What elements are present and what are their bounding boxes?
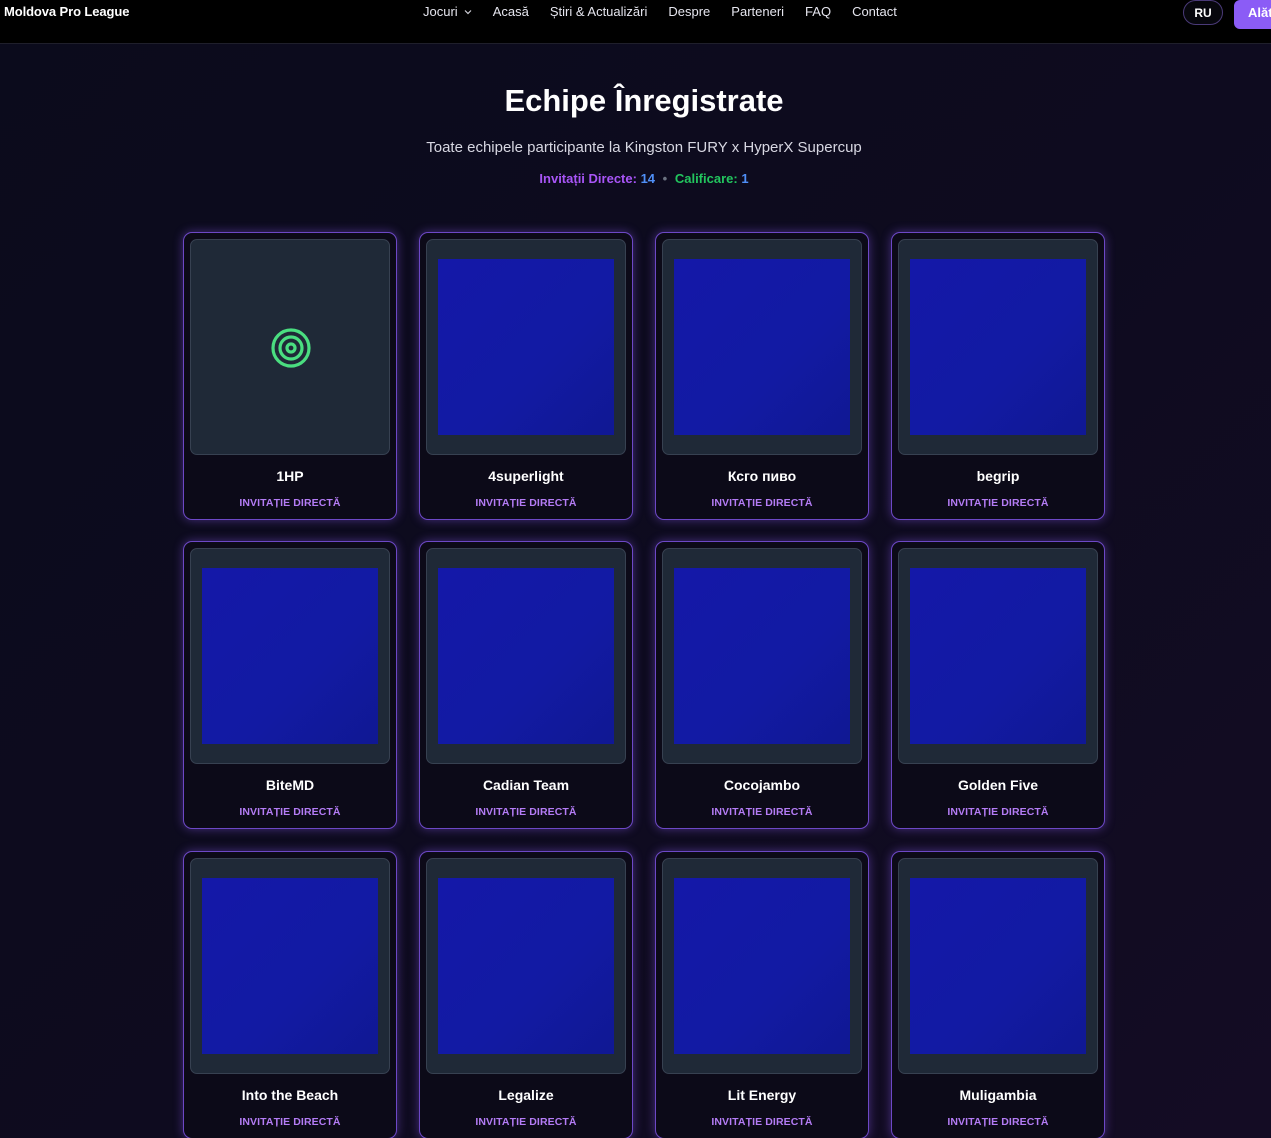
team-name: Cadian Team	[482, 777, 570, 793]
team-logo-image	[202, 568, 378, 744]
team-card[interactable]: Cadian Team INVITAȚIE DIRECTĂ	[419, 541, 633, 829]
brand-logo-text[interactable]: Moldova Pro League	[4, 4, 129, 19]
nav-link-despre[interactable]: Despre	[668, 4, 710, 19]
team-invite-badge: INVITAȚIE DIRECTĂ	[947, 806, 1049, 818]
team-logo-frame	[662, 239, 862, 455]
team-card[interactable]: 4superlight INVITAȚIE DIRECTĂ	[419, 232, 633, 520]
team-invite-badge: INVITAȚIE DIRECTĂ	[711, 806, 813, 818]
team-logo-image	[674, 878, 850, 1054]
team-name: Ксго пиво	[727, 468, 797, 484]
team-logo-frame	[190, 239, 390, 455]
team-logo-frame	[190, 858, 390, 1074]
stats-separator: •	[662, 171, 668, 186]
team-name: begrip	[976, 468, 1020, 484]
team-logo-frame	[898, 239, 1098, 455]
team-logo-frame	[898, 858, 1098, 1074]
team-invite-badge: INVITAȚIE DIRECTĂ	[239, 1116, 341, 1128]
target-icon	[271, 328, 311, 368]
team-name: Legalize	[498, 1087, 554, 1103]
team-logo-frame	[426, 858, 626, 1074]
team-logo-frame	[190, 548, 390, 764]
team-logo-frame	[426, 548, 626, 764]
team-logo-image	[438, 259, 614, 435]
team-invite-badge: INVITAȚIE DIRECTĂ	[711, 497, 813, 509]
team-name: 1HP	[276, 468, 304, 484]
team-invite-badge: INVITAȚIE DIRECTĂ	[239, 497, 341, 509]
nav-link-acasa[interactable]: Acasă	[493, 4, 529, 19]
team-name: Golden Five	[957, 777, 1039, 793]
team-card[interactable]: Cocojambo INVITAȚIE DIRECTĂ	[655, 541, 869, 829]
team-name: Into the Beach	[241, 1087, 339, 1103]
join-button[interactable]: Alătură-te	[1234, 0, 1271, 29]
team-invite-badge: INVITAȚIE DIRECTĂ	[475, 806, 577, 818]
team-logo-frame	[898, 548, 1098, 764]
team-invite-badge: INVITAȚIE DIRECTĂ	[239, 806, 341, 818]
team-invite-badge: INVITAȚIE DIRECTĂ	[947, 1116, 1049, 1128]
qualification-count: 1	[741, 171, 749, 186]
team-card[interactable]: BiteMD INVITAȚIE DIRECTĂ	[183, 541, 397, 829]
team-logo-image	[910, 568, 1086, 744]
team-card[interactable]: Legalize INVITAȚIE DIRECTĂ	[419, 851, 633, 1138]
team-card[interactable]: begrip INVITAȚIE DIRECTĂ	[891, 232, 1105, 520]
team-logo-frame	[662, 548, 862, 764]
nav-link-stiri[interactable]: Știri & Actualizări	[550, 4, 648, 19]
team-invite-badge: INVITAȚIE DIRECTĂ	[947, 497, 1049, 509]
team-name: Muligambia	[959, 1087, 1037, 1103]
page-title: Echipe Înregistrate	[504, 83, 784, 118]
nav-links: Jocuri Acasă Știri & Actualizări Despre …	[423, 4, 897, 19]
qualification-label: Calificare:	[674, 171, 738, 186]
top-navbar: Moldova Pro League Jocuri Acasă Știri & …	[0, 0, 1271, 44]
team-invite-badge: INVITAȚIE DIRECTĂ	[475, 1116, 577, 1128]
team-stats: Invitații Directe: 14 • Calificare: 1	[0, 171, 1271, 186]
nav-link-parteneri[interactable]: Parteneri	[731, 4, 784, 19]
page-subtitle: Toate echipele participante la Kingston …	[426, 139, 862, 156]
team-card[interactable]: Lit Energy INVITAȚIE DIRECTĂ	[655, 851, 869, 1138]
team-logo-image	[674, 259, 850, 435]
language-switch-button[interactable]: RU	[1183, 0, 1223, 25]
team-card[interactable]: Golden Five INVITAȚIE DIRECTĂ	[891, 541, 1105, 829]
team-logo-frame	[426, 239, 626, 455]
team-logo-frame	[662, 858, 862, 1074]
team-card[interactable]: Muligambia INVITAȚIE DIRECTĂ	[891, 851, 1105, 1138]
team-name: Cocojambo	[723, 777, 801, 793]
team-logo-image	[438, 568, 614, 744]
team-card[interactable]: Into the Beach INVITAȚIE DIRECTĂ	[183, 851, 397, 1138]
team-card[interactable]: Ксго пиво INVITAȚIE DIRECTĂ	[655, 232, 869, 520]
team-logo-image	[674, 568, 850, 744]
chevron-down-icon	[464, 9, 472, 14]
team-name: 4superlight	[488, 468, 564, 484]
direct-invites-count: 14	[640, 171, 656, 186]
team-logo-image	[202, 878, 378, 1054]
team-logo-image	[910, 878, 1086, 1054]
team-card[interactable]: 1HP INVITAȚIE DIRECTĂ	[183, 232, 397, 520]
team-logo-image	[438, 878, 614, 1054]
team-name: BiteMD	[265, 777, 315, 793]
nav-link-jocuri[interactable]: Jocuri	[423, 4, 472, 19]
nav-link-contact[interactable]: Contact	[852, 4, 897, 19]
team-logo-image	[910, 259, 1086, 435]
direct-invites-label: Invitații Directe:	[539, 171, 637, 186]
nav-link-label: Jocuri	[423, 4, 458, 19]
team-name: Lit Energy	[727, 1087, 797, 1103]
team-invite-badge: INVITAȚIE DIRECTĂ	[475, 497, 577, 509]
nav-link-faq[interactable]: FAQ	[805, 4, 831, 19]
team-invite-badge: INVITAȚIE DIRECTĂ	[711, 1116, 813, 1128]
